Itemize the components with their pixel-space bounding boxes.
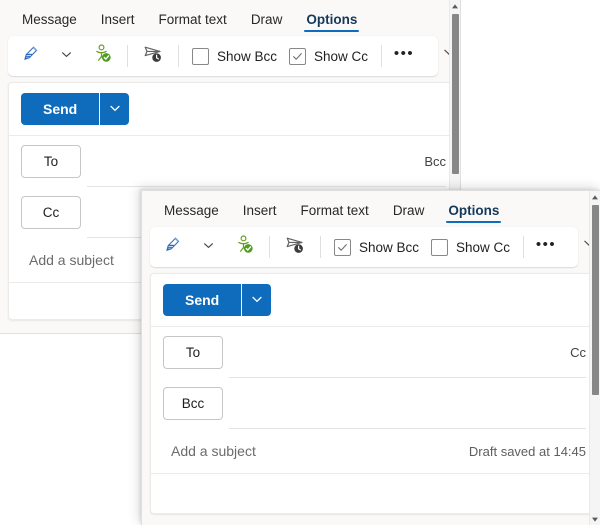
signature-button[interactable] <box>12 41 48 71</box>
show-cc-label: Show Cc <box>314 48 369 64</box>
show-bcc-label: Show Bcc <box>217 48 278 64</box>
bcc-pill-button[interactable]: Bcc <box>163 387 223 420</box>
ribbon-container: Show Bcc Show Cc ••• <box>142 225 600 273</box>
scrollbar-thumb[interactable] <box>452 14 459 174</box>
tab-draw[interactable]: Draw <box>381 204 437 225</box>
show-bcc-label: Show Bcc <box>359 239 420 255</box>
to-input[interactable] <box>223 343 560 363</box>
send-toolbar: Send <box>151 274 600 327</box>
tab-format-text[interactable]: Format text <box>147 13 239 34</box>
ribbon-divider <box>381 45 383 67</box>
subject-row[interactable]: Add a subject Draft saved at 14:45 <box>151 429 600 474</box>
ribbon-tabstrip: Message Insert Format text Draw Options <box>0 0 460 34</box>
show-bcc-checkbox[interactable]: Show Bcc <box>328 232 425 262</box>
scrollbar-thumb[interactable] <box>592 205 599 395</box>
subject-input[interactable]: Add a subject <box>171 443 256 459</box>
send-dropdown-button[interactable] <box>241 284 272 316</box>
checkbox-box-checked <box>334 238 351 256</box>
tab-format-text[interactable]: Format text <box>289 204 381 225</box>
tab-insert[interactable]: Insert <box>231 204 289 225</box>
to-field-row[interactable]: To Cc <box>151 327 600 378</box>
ribbon-divider <box>523 236 525 258</box>
compose-window-front[interactable]: Message Insert Format text Draw Options <box>141 190 600 525</box>
send-dropdown-button[interactable] <box>99 93 130 125</box>
to-pill-button[interactable]: To <box>163 336 223 369</box>
cc-toggle-link[interactable]: Cc <box>560 345 586 360</box>
ribbon-divider <box>320 236 321 258</box>
show-cc-checkbox[interactable]: Show Cc <box>283 41 374 71</box>
tab-message[interactable]: Message <box>152 204 231 225</box>
compose-scrollbar[interactable] <box>589 191 600 525</box>
bcc-input[interactable] <box>223 394 586 414</box>
ribbon-options: Show Bcc Show Cc ••• <box>8 36 438 76</box>
to-field-row[interactable]: To Bcc <box>9 136 460 187</box>
chevron-down-icon <box>61 47 72 65</box>
draft-status: Draft saved at 14:45 <box>468 443 586 459</box>
more-options-icon[interactable]: ••• <box>389 38 419 74</box>
delay-delivery-button[interactable] <box>277 232 313 262</box>
ribbon-divider <box>178 45 179 67</box>
more-options-icon[interactable]: ••• <box>531 229 561 265</box>
signature-dropdown-button[interactable] <box>48 41 84 71</box>
caret-down-icon[interactable] <box>591 513 599 525</box>
tab-insert[interactable]: Insert <box>89 13 147 34</box>
ribbon-divider <box>269 236 270 258</box>
tab-message[interactable]: Message <box>10 13 89 34</box>
bcc-field-row[interactable]: Bcc <box>151 378 600 429</box>
ribbon-tabstrip: Message Insert Format text Draw Options <box>142 191 600 225</box>
checkbox-box-unchecked <box>431 238 449 256</box>
send-split-button[interactable]: Send <box>21 93 130 125</box>
permissions-button[interactable] <box>84 41 120 71</box>
send-split-button[interactable]: Send <box>163 284 272 316</box>
show-bcc-checkbox[interactable]: Show Bcc <box>186 41 283 71</box>
chevron-down-icon <box>203 238 214 256</box>
checkbox-box-checked <box>289 47 307 65</box>
compose-body-card: Send To Cc Bcc Add a subject Draft saved… <box>150 273 600 514</box>
send-button[interactable]: Send <box>163 284 242 316</box>
ribbon-options: Show Bcc Show Cc ••• <box>150 227 578 267</box>
signature-button[interactable] <box>154 232 190 262</box>
tab-options[interactable]: Options <box>436 204 511 225</box>
ribbon-container: Show Bcc Show Cc ••• <box>0 34 460 82</box>
scrollbar-track[interactable] <box>590 203 600 513</box>
caret-up-icon[interactable] <box>451 0 459 12</box>
to-pill-button[interactable]: To <box>21 145 81 178</box>
signature-pen-icon <box>162 235 182 260</box>
bcc-toggle-link[interactable]: Bcc <box>414 154 446 169</box>
tab-options[interactable]: Options <box>294 13 369 34</box>
delay-delivery-button[interactable] <box>135 41 171 71</box>
to-input[interactable] <box>81 152 414 172</box>
checkbox-box-unchecked <box>192 47 209 65</box>
send-toolbar: Send <box>9 83 460 136</box>
subject-input[interactable]: Add a subject <box>29 252 114 268</box>
show-cc-label: Show Cc <box>456 239 511 255</box>
cc-pill-button[interactable]: Cc <box>21 196 81 229</box>
ribbon-divider <box>127 45 128 67</box>
signature-pen-icon <box>20 44 40 69</box>
show-cc-checkbox[interactable]: Show Cc <box>425 232 516 262</box>
chevron-down-icon <box>251 293 263 308</box>
send-later-clock-icon <box>284 234 306 261</box>
caret-up-icon[interactable] <box>591 191 599 203</box>
send-later-clock-icon <box>142 43 164 70</box>
signature-dropdown-button[interactable] <box>190 232 226 262</box>
tab-draw[interactable]: Draw <box>239 13 295 34</box>
permissions-person-check-icon <box>234 234 255 260</box>
send-button[interactable]: Send <box>21 93 100 125</box>
chevron-down-icon <box>109 102 121 117</box>
permissions-button[interactable] <box>226 232 262 262</box>
permissions-person-check-icon <box>92 43 113 69</box>
